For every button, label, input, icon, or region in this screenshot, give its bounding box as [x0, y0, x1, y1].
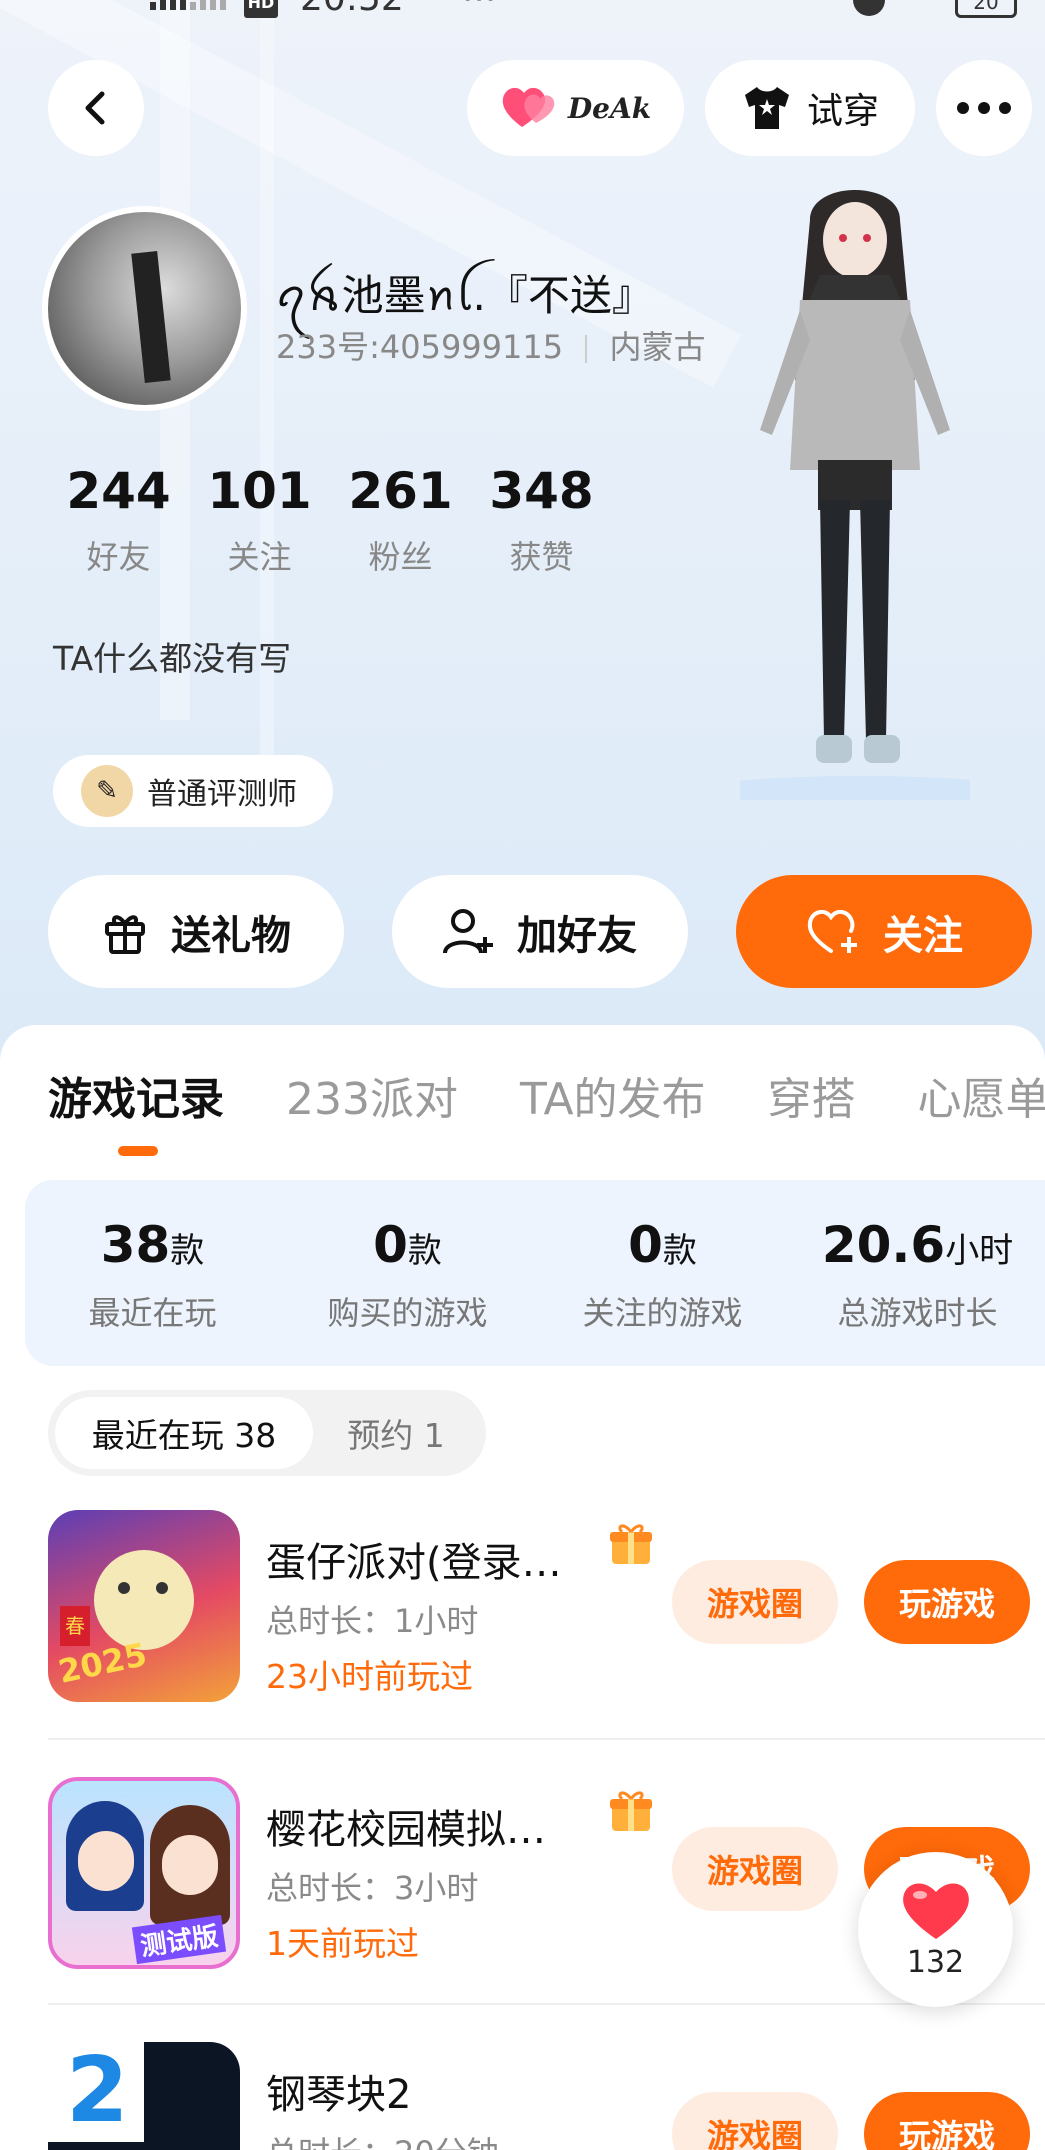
reviewer-badge[interactable]: ✎ 普通评测师 — [53, 755, 333, 827]
summary-followed[interactable]: 0款 关注的游戏 — [535, 1180, 790, 1366]
status-time: 20:52 — [300, 0, 404, 19]
profile-tabs: 游戏记录 233派对 TA的发布 穿搭 心愿单 — [48, 1063, 1045, 1127]
play-game-button[interactable]: 玩游戏 — [864, 1560, 1030, 1644]
stat-followers[interactable]: 261 粉丝 — [330, 462, 471, 578]
battery-icon: 20 — [955, 0, 1017, 18]
stat-following[interactable]: 101 关注 — [189, 462, 330, 578]
game-title: 钢琴块2 — [266, 2072, 412, 2118]
user-id: 233号:405999115 — [276, 328, 564, 366]
heart-icon — [502, 87, 555, 127]
game-duration: 总时长：1小时 — [266, 1602, 479, 1640]
game-duration: 总时长：3小时 — [266, 1869, 479, 1907]
gift-icon[interactable] — [608, 1520, 654, 1566]
add-friend-button[interactable]: 加好友 — [392, 875, 688, 988]
game-summary: 38款 最近在玩 0款 购买的游戏 0款 关注的游戏 20.6小时 总游戏时长 — [25, 1180, 1045, 1366]
game-icon-eggy[interactable]: 2025 春 — [48, 1510, 240, 1702]
game-duration: 总时长：20分钟 — [266, 2128, 499, 2150]
game-icon-piano-tiles[interactable]: 2 — [48, 2042, 240, 2150]
summary-purchased[interactable]: 0款 购买的游戏 — [280, 1180, 535, 1366]
sakura-test-text: 测试版 — [131, 1914, 227, 1965]
stat-friends[interactable]: 244 好友 — [48, 462, 189, 578]
more-dots-icon — [957, 102, 1011, 114]
chevron-left-icon — [85, 91, 105, 125]
like-count: 132 — [906, 1945, 965, 1980]
user-id-line: 233号:405999115 内蒙古 — [276, 322, 705, 368]
reviewer-badge-label: 普通评测师 — [147, 777, 297, 812]
piano-num-text: 2 — [66, 2042, 129, 2143]
tab-game-records[interactable]: 游戏记录 — [48, 1063, 224, 1127]
gift-box-icon — [105, 914, 145, 954]
hd-icon: HD — [244, 0, 278, 18]
follow-label: 关注 — [883, 912, 963, 959]
reviewer-badge-icon: ✎ — [81, 765, 133, 817]
divider — [48, 2003, 1045, 2005]
game-last-played: 1天前玩过 — [266, 1924, 419, 1963]
try-on-button[interactable]: 试穿 — [705, 60, 915, 156]
subtab-reserve[interactable]: 预约 1 — [316, 1397, 476, 1469]
follow-button[interactable]: 关注 — [736, 875, 1032, 988]
floating-like-button[interactable]: 132 — [858, 1852, 1013, 2007]
add-user-icon — [443, 908, 493, 954]
summary-recent[interactable]: 38款 最近在玩 — [25, 1180, 280, 1366]
game-icon-sakura[interactable]: 测试版 — [48, 1777, 240, 1969]
game-circle-button[interactable]: 游戏圈 — [672, 2092, 838, 2150]
divider — [48, 1738, 1045, 1740]
game-title: 蛋仔派对(登录… — [266, 1540, 562, 1586]
back-button[interactable] — [48, 60, 144, 156]
alarm-icon — [853, 0, 885, 16]
more-button[interactable] — [936, 60, 1032, 156]
game-circle-button[interactable]: 游戏圈 — [672, 1827, 838, 1911]
tab-outfits[interactable]: 穿搭 — [768, 1063, 856, 1127]
red-heart-icon — [902, 1883, 969, 1939]
user-location: 内蒙古 — [609, 328, 706, 366]
status-more-icon: ⋯ — [462, 0, 496, 18]
game-row[interactable]: 2 钢琴块2 总时长：20分钟 游戏圈 玩游戏 — [48, 2042, 1045, 2150]
tab-233-party[interactable]: 233派对 — [286, 1063, 458, 1127]
wifi-icon — [905, 0, 945, 14]
status-bar: HD 20:52 ⋯ 20 — [0, 0, 1045, 24]
tshirt-icon — [744, 87, 789, 129]
signal-icon — [150, 0, 226, 10]
try-on-label: 试穿 — [806, 91, 879, 132]
summary-playtime[interactable]: 20.6小时 总游戏时长 — [790, 1180, 1045, 1366]
avatar-character-figure[interactable] — [740, 180, 970, 800]
avatar[interactable] — [42, 206, 247, 411]
bio-text: TA什么都没有写 — [53, 639, 292, 678]
game-subtabs: 最近在玩 38 预约 1 — [48, 1390, 486, 1476]
game-circle-button[interactable]: 游戏圈 — [672, 1560, 838, 1644]
game-last-played: 23小时前玩过 — [266, 1657, 473, 1696]
egg-spring-text: 春 — [60, 1606, 90, 1646]
heart-plus-icon — [807, 909, 857, 953]
subtab-recent[interactable]: 最近在玩 38 — [55, 1397, 313, 1469]
partner-label: DeAk — [567, 91, 652, 125]
gift-icon[interactable] — [608, 1787, 654, 1833]
send-gift-label: 送礼物 — [171, 912, 291, 959]
play-game-button[interactable]: 玩游戏 — [864, 2092, 1030, 2150]
send-gift-button[interactable]: 送礼物 — [48, 875, 344, 988]
tab-wishlist[interactable]: 心愿单 — [918, 1063, 1045, 1127]
tab-indicator — [118, 1146, 158, 1156]
tab-posts[interactable]: TA的发布 — [520, 1063, 706, 1127]
game-row[interactable]: 2025 春 蛋仔派对(登录… 总时长：1小时 23小时前玩过 游戏圈 玩游戏 — [48, 1510, 1045, 1705]
add-friend-label: 加好友 — [517, 912, 637, 959]
profile-stats: 244 好友 101 关注 261 粉丝 348 获赞 — [48, 462, 612, 578]
stat-likes[interactable]: 348 获赞 — [471, 462, 612, 578]
partner-button[interactable]: DeAk — [467, 60, 684, 156]
game-title: 樱花校园模拟… — [266, 1807, 546, 1853]
